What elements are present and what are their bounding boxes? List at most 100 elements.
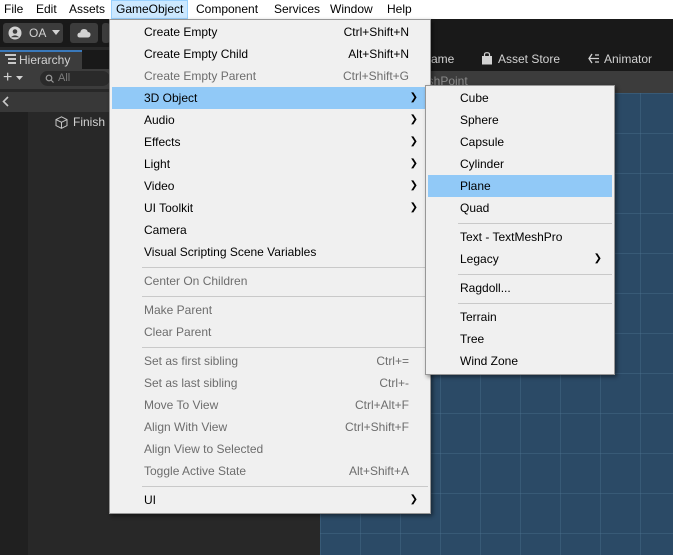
chevron-left-icon[interactable] xyxy=(2,96,9,107)
tab-asset-store-label: Asset Store xyxy=(498,52,561,66)
tab-animator-label: Animator xyxy=(604,52,653,66)
account-dropdown[interactable]: OA xyxy=(3,23,63,43)
menu-item-label: Move To View xyxy=(144,398,219,412)
submenu-item-capsule[interactable]: Capsule xyxy=(428,131,612,153)
menu-item-label: Legacy xyxy=(460,252,499,266)
account-icon xyxy=(8,26,22,40)
menu-separator xyxy=(458,303,612,304)
menu-item-label: Quad xyxy=(460,201,490,215)
submenu-item-wind-zone[interactable]: Wind Zone xyxy=(428,350,612,372)
menu-item-visual-scripting-scene-variables[interactable]: Visual Scripting Scene Variables xyxy=(112,241,428,263)
menu-item-label: Light xyxy=(144,157,171,171)
menu-separator xyxy=(142,486,428,487)
tab-game-partial[interactable]: ame xyxy=(431,52,454,66)
menu-item-label: Cube xyxy=(460,91,489,105)
main-menu-bar: File Edit Assets GameObject Component Se… xyxy=(0,0,673,19)
menu-item-label: Ragdoll... xyxy=(460,281,511,295)
editor-tab-bar: ame Asset Store Animator xyxy=(431,47,673,71)
menu-item-label: Visual Scripting Scene Variables xyxy=(144,245,317,259)
menu-separator xyxy=(142,296,428,297)
menu-item-set-first-sibling: Set as first sibling Ctrl+= xyxy=(112,350,428,372)
submenu-arrow-icon: ❯ xyxy=(409,202,418,213)
add-dropdown-chevron-icon[interactable] xyxy=(16,76,23,80)
submenu-item-sphere[interactable]: Sphere xyxy=(428,109,612,131)
menu-item-create-empty-child[interactable]: Create Empty Child Alt+Shift+N xyxy=(112,43,428,65)
menu-item-label: Clear Parent xyxy=(144,325,212,339)
menu-separator xyxy=(142,347,428,348)
tab-asset-store[interactable]: Asset Store xyxy=(481,51,571,67)
menu-item-align-view-to-selected: Align View to Selected xyxy=(112,438,428,460)
tab-animator[interactable]: Animator xyxy=(588,51,673,67)
submenu-item-legacy[interactable]: Legacy ❯ xyxy=(428,248,612,270)
menu-item-shortcut: Ctrl+- xyxy=(379,376,409,390)
menu-item-label: Audio xyxy=(144,113,175,127)
menu-assets[interactable]: Assets xyxy=(65,0,109,19)
submenu-item-cube[interactable]: Cube xyxy=(428,87,612,109)
submenu-item-tree[interactable]: Tree xyxy=(428,328,612,350)
hierarchy-scene-row[interactable] xyxy=(0,92,110,112)
animator-icon xyxy=(588,53,600,64)
menu-item-label: Video xyxy=(144,179,175,193)
menu-item-light[interactable]: Light ❯ xyxy=(112,153,428,175)
shopping-bag-icon xyxy=(481,52,493,65)
menu-item-set-last-sibling: Set as last sibling Ctrl+- xyxy=(112,372,428,394)
hierarchy-item-label: Finish xyxy=(73,115,106,129)
hierarchy-item-finish[interactable]: Finish xyxy=(55,114,110,132)
submenu-item-ragdoll[interactable]: Ragdoll... xyxy=(428,277,612,299)
menu-edit[interactable]: Edit xyxy=(32,0,61,19)
hierarchy-indent-gutter xyxy=(0,112,28,555)
menu-component[interactable]: Component xyxy=(192,0,262,19)
menu-item-label: Plane xyxy=(460,179,491,193)
menu-gameobject[interactable]: GameObject xyxy=(111,0,188,19)
menu-item-label: Tree xyxy=(460,332,485,346)
submenu-arrow-icon: ❯ xyxy=(409,158,418,169)
menu-item-move-to-view: Move To View Ctrl+Alt+F xyxy=(112,394,428,416)
submenu-item-quad[interactable]: Quad xyxy=(428,197,612,219)
menu-item-label: Create Empty xyxy=(144,25,218,39)
menu-separator xyxy=(142,267,428,268)
menu-item-label: Make Parent xyxy=(144,303,213,317)
menu-item-create-empty-parent: Create Empty Parent Ctrl+Shift+G xyxy=(112,65,428,87)
submenu-item-text-textmeshpro[interactable]: Text - TextMeshPro xyxy=(428,226,612,248)
menu-item-label: UI xyxy=(144,493,156,507)
menu-item-ui-toolkit[interactable]: UI Toolkit ❯ xyxy=(112,197,428,219)
submenu-arrow-icon: ❯ xyxy=(409,494,418,505)
add-icon[interactable]: + xyxy=(3,70,12,86)
hierarchy-list-icon xyxy=(5,54,16,64)
menu-item-shortcut: Ctrl+Shift+N xyxy=(343,25,409,39)
menu-separator xyxy=(458,223,612,224)
hierarchy-search-input[interactable]: All xyxy=(40,71,110,86)
menu-help[interactable]: Help xyxy=(383,0,416,19)
submenu-item-cylinder[interactable]: Cylinder xyxy=(428,153,612,175)
menu-item-3d-object[interactable]: 3D Object ❯ xyxy=(112,87,428,109)
menu-item-audio[interactable]: Audio ❯ xyxy=(112,109,428,131)
submenu-arrow-icon: ❯ xyxy=(409,136,418,147)
gameobject-menu: Create Empty Ctrl+Shift+N Create Empty Ch… xyxy=(109,19,431,514)
menu-item-label: Terrain xyxy=(460,310,497,324)
menu-services[interactable]: Services xyxy=(270,0,324,19)
cloud-button[interactable] xyxy=(70,23,98,43)
menu-window[interactable]: Window xyxy=(326,0,377,19)
menu-item-ui[interactable]: UI ❯ xyxy=(112,489,428,511)
menu-item-create-empty[interactable]: Create Empty Ctrl+Shift+N xyxy=(112,21,428,43)
menu-item-label: Align With View xyxy=(144,420,228,434)
menu-item-camera[interactable]: Camera xyxy=(112,219,428,241)
submenu-item-plane[interactable]: Plane xyxy=(428,175,612,197)
menu-item-shortcut: Alt+Shift+A xyxy=(348,464,409,478)
menu-item-label: Align View to Selected xyxy=(144,442,264,456)
3d-object-submenu: Cube Sphere Capsule Cylinder Plane Quad … xyxy=(425,85,615,375)
menu-item-shortcut: Ctrl+= xyxy=(376,354,409,368)
menu-item-video[interactable]: Video ❯ xyxy=(112,175,428,197)
submenu-arrow-icon: ❯ xyxy=(409,92,418,103)
menu-item-label: UI Toolkit xyxy=(144,201,194,215)
submenu-arrow-icon: ❯ xyxy=(409,114,418,125)
menu-item-label: Capsule xyxy=(460,135,505,149)
submenu-item-terrain[interactable]: Terrain xyxy=(428,306,612,328)
menu-item-effects[interactable]: Effects ❯ xyxy=(112,131,428,153)
menu-item-shortcut: Ctrl+Alt+F xyxy=(354,398,409,412)
menu-item-label: Create Empty Child xyxy=(144,47,249,61)
tab-hierarchy[interactable]: Hierarchy xyxy=(0,50,82,69)
menu-file[interactable]: File xyxy=(0,0,27,19)
menu-item-label: Center On Children xyxy=(144,274,248,288)
menu-item-center-on-children: Center On Children xyxy=(112,270,428,292)
